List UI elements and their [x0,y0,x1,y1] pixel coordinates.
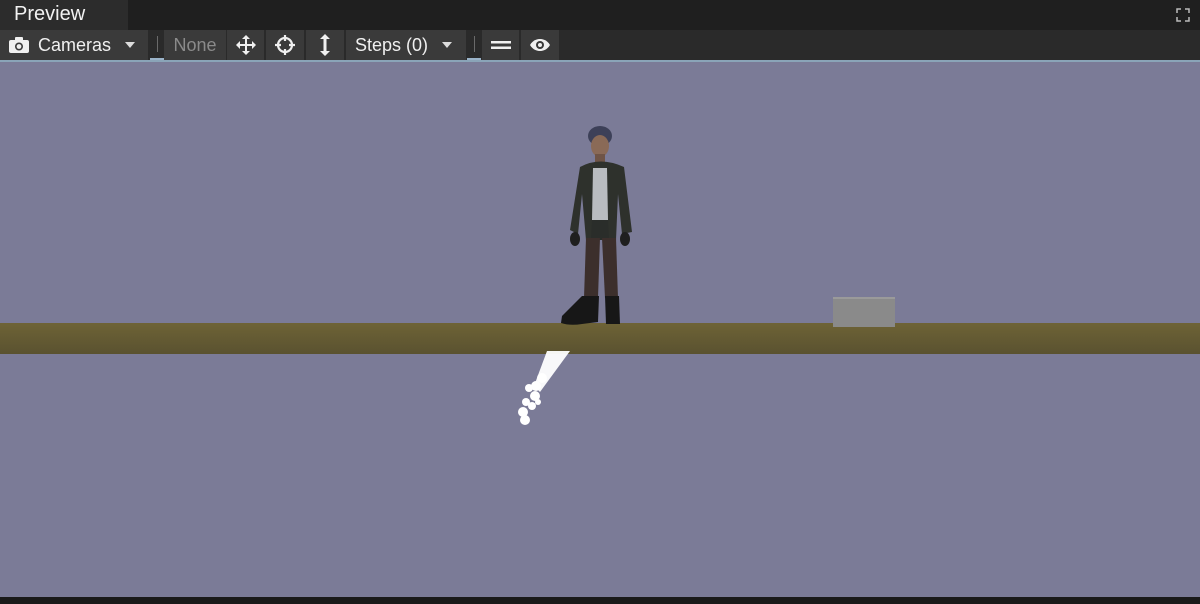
character [561,126,632,325]
camera-icon [9,37,29,53]
focus-tool-button[interactable] [266,30,304,60]
chevron-down-icon [125,42,136,48]
particle-effect [518,351,570,425]
move-tool-button[interactable] [227,30,264,60]
eye-icon [530,39,550,51]
bottom-bar [0,597,1200,604]
gray-box [833,297,895,327]
window-titlebar: Preview [0,0,1200,30]
toolbar-separator [474,36,475,52]
align-button[interactable] [482,30,519,60]
steps-dropdown[interactable]: Steps (0) [346,30,466,60]
move-icon [235,35,256,55]
vertical-arrows-icon [320,34,330,56]
cameras-label: Cameras [38,34,112,55]
chevron-down-icon [442,42,453,48]
maximize-icon[interactable] [1176,8,1190,22]
preview-toolbar: Cameras None Steps (0) [0,30,1200,62]
cameras-dropdown[interactable]: Cameras [0,30,148,60]
toolbar-accent [150,58,164,60]
equals-icon [490,41,511,49]
none-selector[interactable]: None [164,30,226,60]
crosshair-icon [275,35,295,55]
preview-tab[interactable]: Preview [0,0,128,30]
vertical-move-button[interactable] [306,30,344,60]
toolbar-accent [467,58,481,60]
scene-viewport[interactable] [0,62,1200,597]
toolbar-separator [157,36,158,52]
steps-label: Steps (0) [355,34,429,55]
visibility-button[interactable] [521,30,559,60]
